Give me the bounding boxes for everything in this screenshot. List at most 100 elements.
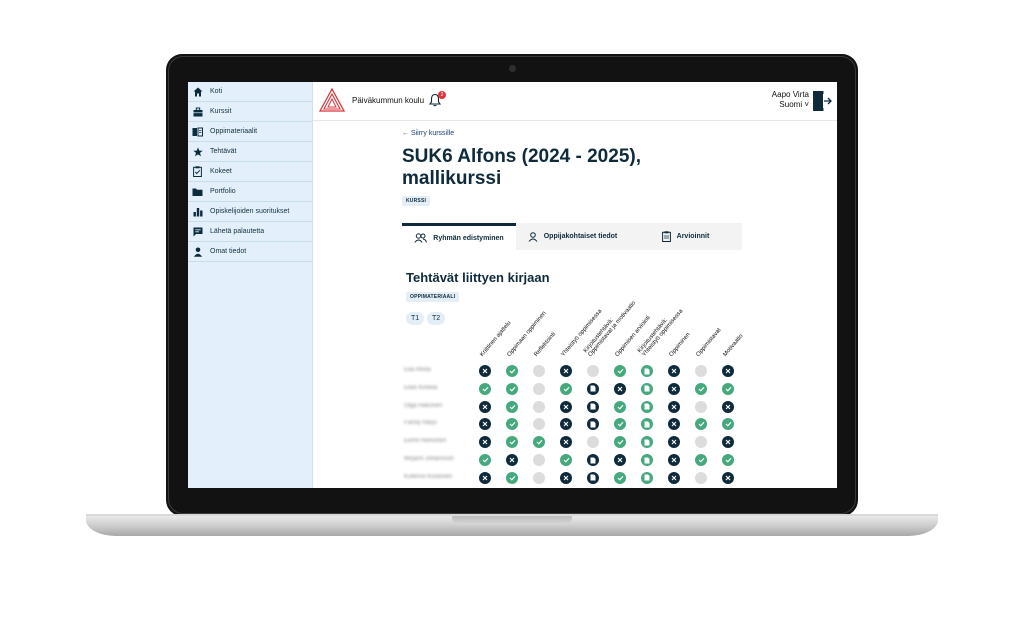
check-icon[interactable] — [614, 471, 626, 484]
document-icon[interactable] — [587, 418, 599, 431]
sidebar-item-4[interactable]: Tehtävät — [188, 142, 312, 162]
check-icon[interactable] — [506, 471, 518, 484]
cross-icon[interactable] — [479, 365, 491, 377]
empty-status[interactable] — [533, 418, 545, 431]
empty-status[interactable] — [695, 471, 707, 484]
check-icon[interactable] — [533, 436, 545, 449]
cross-icon[interactable] — [668, 418, 680, 431]
check-icon[interactable] — [722, 418, 734, 431]
check-icon[interactable] — [506, 365, 518, 377]
language-select[interactable]: Suomi ˅ — [779, 100, 809, 109]
cross-icon[interactable] — [506, 454, 518, 466]
document-icon[interactable] — [641, 365, 653, 377]
cross-icon[interactable] — [479, 471, 491, 484]
check-icon[interactable] — [560, 454, 572, 466]
tab-learner-data[interactable]: Oppijakohtaiset tiedot — [516, 223, 629, 250]
student-name[interactable]: Olga Hakonen — [404, 403, 464, 411]
empty-status[interactable] — [587, 436, 599, 449]
check-icon[interactable] — [506, 418, 518, 431]
check-icon[interactable] — [695, 382, 707, 395]
logout-icon[interactable] — [812, 90, 832, 112]
sidebar-item-9[interactable]: Omat tiedot — [188, 242, 312, 262]
cross-icon[interactable] — [614, 454, 626, 466]
document-icon[interactable] — [587, 471, 599, 484]
cross-icon[interactable] — [668, 400, 680, 413]
sidebar-item-2[interactable]: Kurssit — [188, 102, 312, 122]
cross-icon[interactable] — [560, 400, 572, 413]
student-name[interactable]: Elias Kiiskila — [404, 385, 464, 393]
sidebar-item-label: Opiskelijoiden suoritukset — [210, 208, 290, 215]
cross-icon[interactable] — [560, 418, 572, 431]
cross-icon[interactable] — [668, 365, 680, 377]
cross-icon[interactable] — [722, 400, 734, 413]
empty-status[interactable] — [533, 400, 545, 413]
tab-assessments[interactable]: Arvioinnit — [629, 223, 742, 250]
cross-icon[interactable] — [560, 436, 572, 449]
sidebar-item-label: Lähetä palautetta — [210, 228, 265, 235]
cross-icon[interactable] — [479, 400, 491, 413]
user-name[interactable]: Aapo Virta — [772, 90, 809, 99]
empty-status[interactable] — [587, 365, 599, 377]
sidebar-item-8[interactable]: Lähetä palautetta — [188, 222, 312, 242]
cross-icon[interactable] — [668, 436, 680, 449]
check-icon[interactable] — [614, 400, 626, 413]
sidebar-item-6[interactable]: Portfolio — [188, 182, 312, 202]
sidebar-item-1[interactable]: Koti — [188, 82, 312, 102]
sidebar-item-label: Oppimateriaalit — [210, 128, 258, 135]
check-icon[interactable] — [506, 436, 518, 449]
check-icon[interactable] — [614, 365, 626, 377]
empty-status[interactable] — [695, 365, 707, 377]
cross-icon[interactable] — [668, 454, 680, 466]
sidebar-item-5[interactable]: Kokeet — [188, 162, 312, 182]
empty-status[interactable] — [533, 471, 545, 484]
student-name[interactable]: Fanny Harju — [404, 420, 464, 428]
cross-icon[interactable] — [722, 436, 734, 449]
empty-status[interactable] — [533, 382, 545, 395]
empty-status[interactable] — [695, 400, 707, 413]
cross-icon[interactable] — [668, 471, 680, 484]
check-icon[interactable] — [695, 418, 707, 431]
check-icon[interactable] — [695, 454, 707, 466]
check-icon[interactable] — [479, 382, 491, 395]
chip-t1[interactable]: T1 — [406, 312, 425, 325]
back-to-course-link[interactable]: ← Siirry kurssille — [402, 130, 454, 137]
check-icon[interactable] — [614, 436, 626, 449]
document-icon[interactable] — [587, 454, 599, 466]
cross-icon[interactable] — [479, 418, 491, 431]
document-icon[interactable] — [641, 471, 653, 484]
sidebar-item-label: Portfolio — [210, 188, 236, 195]
document-icon[interactable] — [641, 436, 653, 449]
cross-icon[interactable] — [560, 365, 572, 377]
empty-status[interactable] — [695, 436, 707, 449]
check-icon[interactable] — [722, 382, 734, 395]
check-icon[interactable] — [722, 454, 734, 466]
cross-icon[interactable] — [560, 471, 572, 484]
cross-icon[interactable] — [614, 382, 626, 395]
document-icon[interactable] — [587, 382, 599, 395]
cross-icon[interactable] — [479, 436, 491, 449]
cross-icon[interactable] — [722, 365, 734, 377]
empty-status[interactable] — [533, 454, 545, 466]
check-icon[interactable] — [479, 454, 491, 466]
document-icon[interactable] — [641, 400, 653, 413]
empty-status[interactable] — [533, 365, 545, 377]
cross-icon[interactable] — [722, 471, 734, 484]
sidebar-item-3[interactable]: Oppimateriaalit — [188, 122, 312, 142]
chip-t2[interactable]: T2 — [427, 312, 446, 325]
check-icon[interactable] — [560, 382, 572, 395]
student-name[interactable]: Mirjami Johansson — [404, 456, 464, 464]
sidebar-item-7[interactable]: Opiskelijoiden suoritukset — [188, 202, 312, 222]
student-name[interactable]: Eila Ahola — [404, 367, 464, 375]
student-name[interactable]: Kullervo Koskinen — [404, 474, 464, 482]
tab-group-progress[interactable]: Ryhmän edistyminen — [402, 223, 516, 250]
school-logo-icon[interactable] — [319, 88, 345, 112]
check-icon[interactable] — [614, 418, 626, 431]
document-icon[interactable] — [641, 418, 653, 431]
document-icon[interactable] — [641, 382, 653, 395]
document-icon[interactable] — [641, 454, 653, 466]
student-name[interactable]: Eemil Heinonen — [404, 438, 464, 446]
check-icon[interactable] — [506, 382, 518, 395]
check-icon[interactable] — [506, 400, 518, 413]
cross-icon[interactable] — [668, 382, 680, 395]
document-icon[interactable] — [587, 400, 599, 413]
